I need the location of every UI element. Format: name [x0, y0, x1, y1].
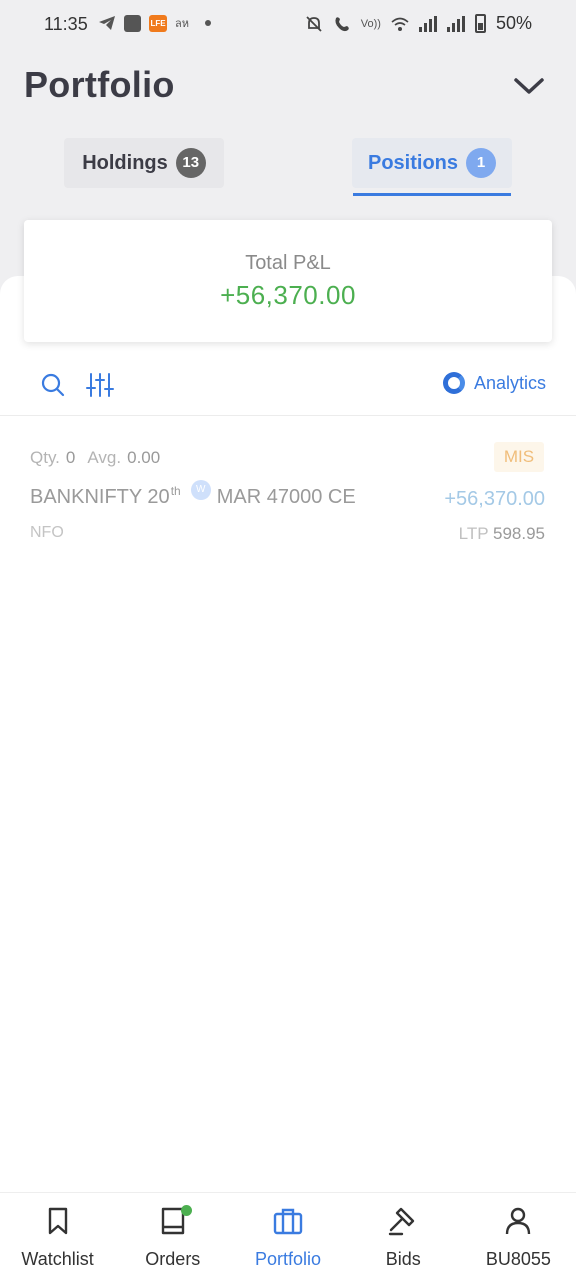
instrument-prefix: BANKNIFTY 20 [30, 486, 170, 508]
chevron-down-icon[interactable] [512, 72, 546, 100]
bottom-navigation: Watchlist Orders Portfolio Bids BU8055 [0, 1192, 576, 1280]
signal-icon-1 [418, 15, 437, 32]
tab-positions-label: Positions [367, 151, 458, 174]
header: Portfolio [24, 64, 552, 114]
status-icons-left: LFE ลห [98, 14, 211, 32]
mail-icon [124, 14, 141, 32]
analytics-icon [442, 372, 465, 394]
bookmark-icon [48, 1207, 67, 1235]
total-pnl-value: +56,370.00 [220, 280, 356, 310]
nav-orders[interactable]: Orders [115, 1193, 230, 1280]
briefcase-icon [273, 1208, 303, 1235]
battery-icon [474, 14, 486, 33]
total-pnl-label: Total P&L [245, 252, 331, 274]
more-notifications-icon [205, 20, 211, 26]
page-title: Portfolio [24, 64, 175, 105]
status-time: 11:35 [44, 14, 88, 34]
avg-value: 0.00 [127, 448, 161, 467]
weekly-badge: W [190, 480, 211, 500]
nav-bids[interactable]: Bids [346, 1193, 461, 1280]
nav-orders-label: Orders [145, 1249, 201, 1269]
instrument-name: BANKNIFTY 20 th W MAR 47000 CE [30, 480, 356, 509]
gavel-icon [389, 1207, 415, 1236]
user-icon [506, 1207, 531, 1235]
nav-account-label: BU8055 [485, 1249, 551, 1269]
volte-text: Vo)) [360, 17, 381, 30]
qty-label: Qty. [30, 448, 60, 467]
status-icons-right: Vo)) 50% [305, 13, 532, 34]
tab-positions[interactable]: Positions 1 [352, 138, 512, 188]
carrier-text: ลห [175, 18, 189, 30]
search-icon[interactable] [40, 372, 66, 398]
tab-holdings[interactable]: Holdings 13 [64, 138, 224, 188]
tab-holdings-label: Holdings [82, 151, 168, 174]
nav-portfolio-label: Portfolio [254, 1249, 322, 1269]
signal-icon-2 [446, 15, 465, 32]
orders-notification-dot [181, 1205, 193, 1216]
portfolio-tabs: Holdings 13 Positions 1 [0, 130, 576, 198]
wifi-icon [391, 17, 409, 31]
tab-positions-count: 1 [466, 148, 496, 178]
sliders-icon[interactable] [86, 372, 114, 398]
instrument-ordinal: th [170, 484, 181, 498]
analytics-label: Analytics [473, 372, 546, 393]
positions-toolbar: Analytics [0, 360, 576, 416]
position-pnl: +56,370.00 [444, 488, 545, 510]
call-icon [335, 16, 349, 31]
ltp-value: 598.95 [493, 524, 545, 543]
tab-holdings-count: 13 [175, 148, 206, 178]
nav-bids-label: Bids [385, 1249, 421, 1269]
mute-icon [306, 15, 322, 32]
status-bar: 11:35 LFE ลห Vo)) 50% [0, 0, 576, 48]
position-row[interactable]: Qty. 0 Avg. 0.00 MIS BANKNIFTY 20 th W M… [0, 432, 576, 552]
app-badge-icon: LFE [149, 14, 167, 32]
avg-label: Avg. [87, 448, 122, 467]
analytics-button[interactable]: Analytics [442, 372, 546, 394]
telegram-icon [99, 16, 115, 30]
position-qty-avg: Qty. 0 Avg. 0.00 [30, 448, 160, 468]
product-badge: MIS [494, 442, 544, 472]
battery-percent: 50% [495, 13, 532, 33]
instrument-suffix: MAR 47000 CE [216, 486, 356, 508]
ltp-label: LTP [458, 524, 489, 543]
qty-value: 0 [65, 448, 76, 467]
exchange-label: NFO [30, 524, 64, 541]
ltp: LTP 598.95 [459, 524, 545, 544]
nav-watchlist[interactable]: Watchlist [0, 1193, 115, 1280]
nav-account[interactable]: BU8055 [461, 1193, 576, 1280]
nav-watchlist-label: Watchlist [21, 1249, 94, 1269]
nav-portfolio[interactable]: Portfolio [230, 1193, 345, 1280]
total-pnl-card: Total P&L +56,370.00 [24, 220, 552, 342]
active-tab-indicator [353, 193, 511, 196]
